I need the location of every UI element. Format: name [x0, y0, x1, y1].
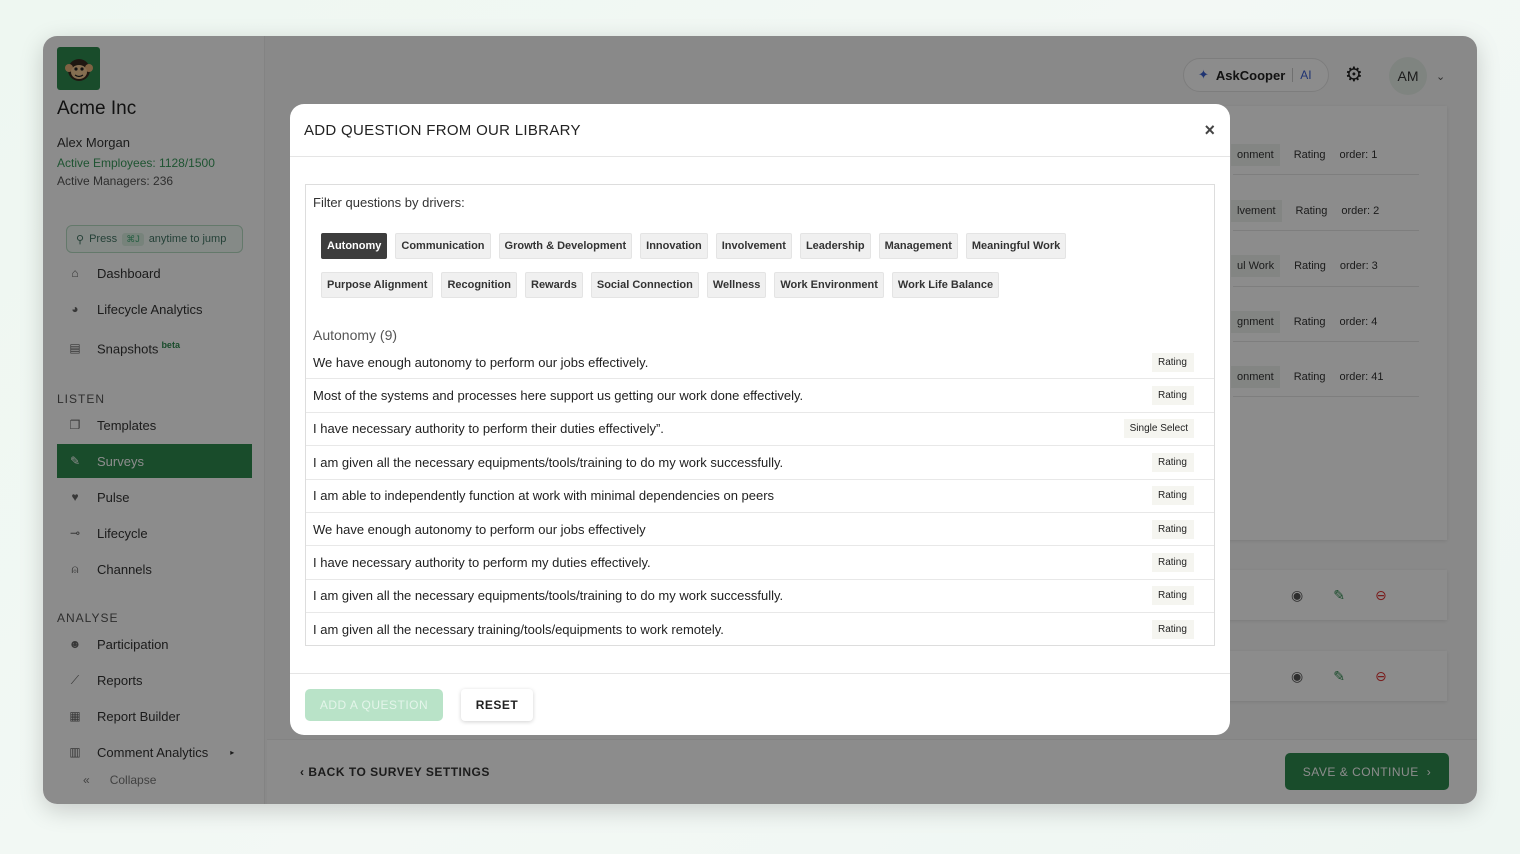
question-text: I am able to independently function at w… [313, 488, 775, 504]
question-row[interactable]: We have enough autonomy to perform our j… [306, 513, 1214, 547]
question-type-badge: Single Select [1123, 419, 1194, 439]
library-panel: Filter questions by drivers: Autonomy Co… [305, 184, 1215, 646]
modal-footer: ADD A QUESTION RESET [290, 673, 1230, 735]
driver-chip-leadership[interactable]: Leadership [799, 233, 871, 259]
question-text: Most of the systems and processes here s… [313, 388, 804, 404]
question-row[interactable]: We have enough autonomy to perform our j… [306, 346, 1214, 380]
driver-chip-work-environment[interactable]: Work Environment [774, 272, 884, 298]
question-text: I have necessary authority to perform my… [313, 555, 651, 571]
modal-header: ADD QUESTION FROM OUR LIBRARY × [290, 104, 1230, 157]
filter-label: Filter questions by drivers: [313, 195, 465, 210]
question-row[interactable]: Most of the systems and processes here s… [306, 379, 1214, 413]
driver-group-heading: Autonomy (9) [313, 327, 398, 343]
driver-chip-wellness[interactable]: Wellness [706, 272, 767, 298]
driver-chip-meaningful-work[interactable]: Meaningful Work [965, 233, 1067, 259]
question-row[interactable]: I am given all the necessary training/to… [306, 613, 1214, 646]
driver-chips-row-1: Autonomy Communication Growth & Developm… [321, 233, 1067, 259]
question-type-badge: Rating [1152, 553, 1194, 573]
modal-title: ADD QUESTION FROM OUR LIBRARY [304, 121, 581, 139]
question-row[interactable]: I am given all the necessary equipments/… [306, 580, 1214, 614]
question-type-badge: Rating [1152, 452, 1194, 472]
question-type-badge: Rating [1152, 620, 1194, 640]
driver-chip-autonomy[interactable]: Autonomy [321, 233, 388, 259]
close-icon[interactable]: × [1204, 120, 1215, 141]
question-type-badge: Rating [1152, 352, 1194, 372]
question-row[interactable]: I am able to independently function at w… [306, 480, 1214, 513]
driver-chips-row-2: Purpose Alignment Recognition Rewards So… [321, 272, 1000, 298]
driver-chip-purpose-alignment[interactable]: Purpose Alignment [321, 272, 434, 298]
driver-chip-work-life-balance[interactable]: Work Life Balance [891, 272, 1000, 298]
question-list: We have enough autonomy to perform our j… [306, 346, 1214, 647]
question-text: I am given all the necessary equipments/… [313, 588, 784, 604]
reset-button[interactable]: RESET [461, 689, 533, 721]
driver-chip-social-connection[interactable]: Social Connection [590, 272, 699, 298]
question-text: I am given all the necessary training/to… [313, 622, 724, 638]
question-type-badge: Rating [1152, 519, 1194, 539]
question-type-badge: Rating [1152, 586, 1194, 606]
add-question-button[interactable]: ADD A QUESTION [305, 689, 443, 721]
question-library-modal: ADD QUESTION FROM OUR LIBRARY × Filter q… [290, 104, 1230, 735]
driver-chip-communication[interactable]: Communication [395, 233, 491, 259]
question-type-badge: Rating [1152, 386, 1194, 406]
driver-chip-involvement[interactable]: Involvement [715, 233, 792, 259]
driver-chip-innovation[interactable]: Innovation [640, 233, 708, 259]
question-text: We have enough autonomy to perform our j… [313, 521, 646, 537]
driver-chip-rewards[interactable]: Rewards [525, 272, 583, 298]
question-text: I am given all the necessary equipments/… [313, 454, 784, 470]
driver-chip-management[interactable]: Management [878, 233, 958, 259]
question-text: I have necessary authority to perform th… [313, 421, 664, 437]
question-row[interactable]: I have necessary authority to perform my… [306, 546, 1214, 580]
question-row[interactable]: I am given all the necessary equipments/… [306, 446, 1214, 480]
question-row[interactable]: I have necessary authority to perform th… [306, 413, 1214, 447]
question-type-badge: Rating [1152, 486, 1194, 506]
question-text: We have enough autonomy to perform our j… [313, 354, 649, 370]
driver-chip-growth-development[interactable]: Growth & Development [498, 233, 633, 259]
driver-chip-recognition[interactable]: Recognition [441, 272, 517, 298]
